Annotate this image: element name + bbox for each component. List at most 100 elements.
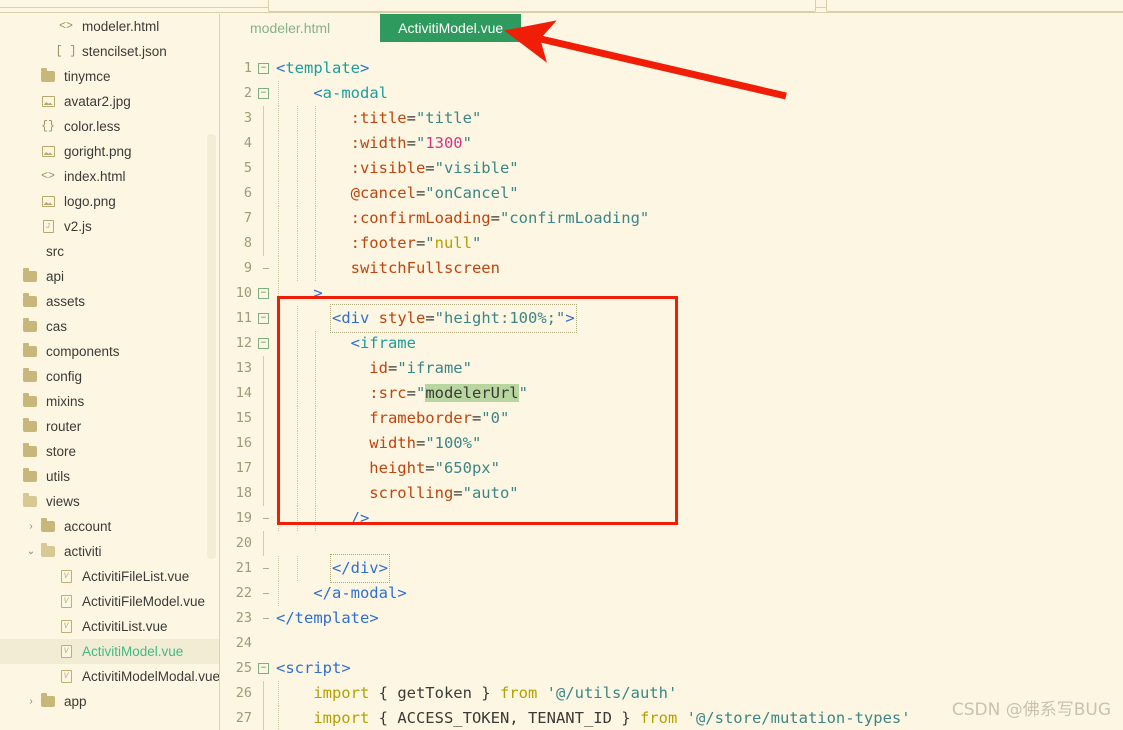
tree-item-tinymce[interactable]: tinymce xyxy=(0,64,220,89)
code-line[interactable]: 12− <iframe xyxy=(220,331,1123,356)
code-line[interactable]: 16 width="100%" xyxy=(220,431,1123,456)
fold-toggle-icon[interactable]: − xyxy=(258,88,269,99)
code-text: </a-modal> xyxy=(313,584,407,602)
line-number: 19 xyxy=(235,510,252,526)
image-file-icon xyxy=(38,96,58,107)
tree-item-v2-js[interactable]: Jv2.js xyxy=(0,214,220,239)
code-line[interactable]: 10− > xyxy=(220,281,1123,306)
tree-item-assets[interactable]: assets xyxy=(0,289,220,314)
fold-guide-line xyxy=(263,681,264,706)
tree-item-label: assets xyxy=(46,294,86,309)
tree-item-activitimodel-vue[interactable]: V ActivitiModel.vue xyxy=(0,639,220,664)
code-line[interactable]: 6 @cancel="onCancel" xyxy=(220,181,1123,206)
code-line[interactable]: 7:confirmLoading="confirmLoading" xyxy=(220,206,1123,231)
tree-item-mixins[interactable]: mixins xyxy=(0,389,220,414)
tree-item-stencilset-json[interactable]: [ ] stencilset.json xyxy=(0,39,220,64)
tree-item-label: config xyxy=(46,369,83,384)
code-line[interactable]: 2− <a-modal xyxy=(220,81,1123,106)
tree-item-utils[interactable]: utils xyxy=(0,464,220,489)
indent-guide xyxy=(278,206,279,231)
fold-toggle-icon[interactable]: − xyxy=(258,313,269,324)
chrome-divider-bottom xyxy=(0,12,1123,13)
tree-item-activitifilelist-vue[interactable]: V ActivitiFileList.vue xyxy=(0,564,220,589)
fold-end-marker xyxy=(263,568,269,569)
indent-guide xyxy=(315,181,317,206)
fold-guide-line xyxy=(263,106,264,131)
tree-item-color-less[interactable]: {} color.less xyxy=(0,114,220,139)
code-text: frameborder="0" xyxy=(369,409,510,427)
tree-item-views[interactable]: views xyxy=(0,489,220,514)
editor-tab-activitimodel-vue[interactable]: ActivitiModel.vue xyxy=(380,14,522,42)
editor-tab-modeler-html[interactable]: modeler.html xyxy=(236,14,344,42)
code-line[interactable]: 3:title="title" xyxy=(220,106,1123,131)
line-number: 11 xyxy=(235,310,252,326)
indent-guide xyxy=(278,506,279,531)
code-line[interactable]: 24 xyxy=(220,631,1123,656)
indent-guide xyxy=(296,406,298,431)
code-line[interactable]: 17 height="650px" xyxy=(220,456,1123,481)
code-line[interactable]: 5:visible="visible" xyxy=(220,156,1123,181)
code-view[interactable]: 1− <template> 2− <a-modal 3:title="title" 4:w… xyxy=(220,56,1123,730)
tree-item-config[interactable]: config xyxy=(0,364,220,389)
tree-item-app[interactable]: › app xyxy=(0,689,220,714)
tree-item-modeler-html[interactable]: <> modeler.html xyxy=(0,14,220,39)
code-line[interactable]: 8:footer="null" xyxy=(220,231,1123,256)
editor-tab-bar[interactable]: modeler.html ActivitiModel.vue xyxy=(220,14,1123,44)
tree-item-label: components xyxy=(46,344,120,359)
code-text: :confirmLoading="confirmLoading" xyxy=(350,209,650,227)
chevron-right-icon[interactable]: › xyxy=(24,521,38,532)
code-line[interactable]: 9 switchFullscreen xyxy=(220,256,1123,281)
line-number: 8 xyxy=(243,235,252,251)
code-text: id="iframe" xyxy=(369,359,472,377)
code-file-icon: <> xyxy=(59,20,73,33)
tree-item-components[interactable]: components xyxy=(0,339,220,364)
tree-item-label: v2.js xyxy=(64,219,92,234)
code-line[interactable]: 11− <div style="height:100%;"> xyxy=(220,304,1123,333)
fold-toggle-icon[interactable]: − xyxy=(258,338,269,349)
fold-guide-line xyxy=(263,206,264,231)
tree-item-goright-png[interactable]: goright.png xyxy=(0,139,220,164)
code-line[interactable]: 19 /> xyxy=(220,506,1123,531)
tree-item-router[interactable]: router xyxy=(0,414,220,439)
indent-guide xyxy=(315,156,317,181)
tree-item-activitilist-vue[interactable]: V ActivitiList.vue xyxy=(0,614,220,639)
tree-item-label: logo.png xyxy=(64,194,116,209)
tree-item-activitifilemodel-vue[interactable]: V ActivitiFileModel.vue xyxy=(0,589,220,614)
sidebar-scrollbar[interactable] xyxy=(207,134,216,559)
code-line[interactable]: 13 id="iframe" xyxy=(220,356,1123,381)
code-line[interactable]: 4:width="1300" xyxy=(220,131,1123,156)
tree-item-label: ActivitiList.vue xyxy=(82,619,168,634)
tree-item-activitimodelmodal-vue[interactable]: V ActivitiModelModal.vue xyxy=(0,664,220,689)
tree-item-index-html[interactable]: <> index.html xyxy=(0,164,220,189)
code-line[interactable]: 20 xyxy=(220,531,1123,556)
code-line[interactable]: 22 </a-modal> xyxy=(220,581,1123,606)
tree-item-label: ActivitiFileModel.vue xyxy=(82,594,206,609)
tree-item-activiti[interactable]: ⌄ activiti xyxy=(0,539,220,564)
code-text: :title="title" xyxy=(350,109,482,127)
tree-item-account[interactable]: › account xyxy=(0,514,220,539)
tree-item-api[interactable]: api xyxy=(0,264,220,289)
line-number: 26 xyxy=(235,685,252,701)
fold-toggle-icon[interactable]: − xyxy=(258,663,269,674)
project-file-tree[interactable]: <> modeler.html [ ] stencilset.json tinymce a… xyxy=(0,14,220,730)
tree-item-src[interactable]: src xyxy=(0,239,220,264)
vue-file-icon: V xyxy=(56,620,76,633)
code-line[interactable]: 18 scrolling="auto" xyxy=(220,481,1123,506)
image-file-icon xyxy=(38,146,58,157)
tree-item-store[interactable]: store xyxy=(0,439,220,464)
tree-item-avatar2-jpg[interactable]: avatar2.jpg xyxy=(0,89,220,114)
code-line[interactable]: 15 frameborder="0" xyxy=(220,406,1123,431)
code-line[interactable]: 25− <script> xyxy=(220,656,1123,681)
code-line[interactable]: 23 </template> xyxy=(220,606,1123,631)
code-line[interactable]: 14:src="modelerUrl" xyxy=(220,381,1123,406)
tree-item-logo-png[interactable]: logo.png xyxy=(0,189,220,214)
line-number: 5 xyxy=(243,160,252,176)
indent-guide xyxy=(278,356,279,381)
chevron-down-icon[interactable]: ⌄ xyxy=(24,546,38,557)
fold-toggle-icon[interactable]: − xyxy=(258,63,269,74)
tree-item-cas[interactable]: cas xyxy=(0,314,220,339)
code-line[interactable]: 21 </div> xyxy=(220,554,1123,583)
fold-toggle-icon[interactable]: − xyxy=(258,288,269,299)
chevron-right-icon[interactable]: › xyxy=(24,696,38,707)
code-line[interactable]: 1− <template> xyxy=(220,56,1123,81)
